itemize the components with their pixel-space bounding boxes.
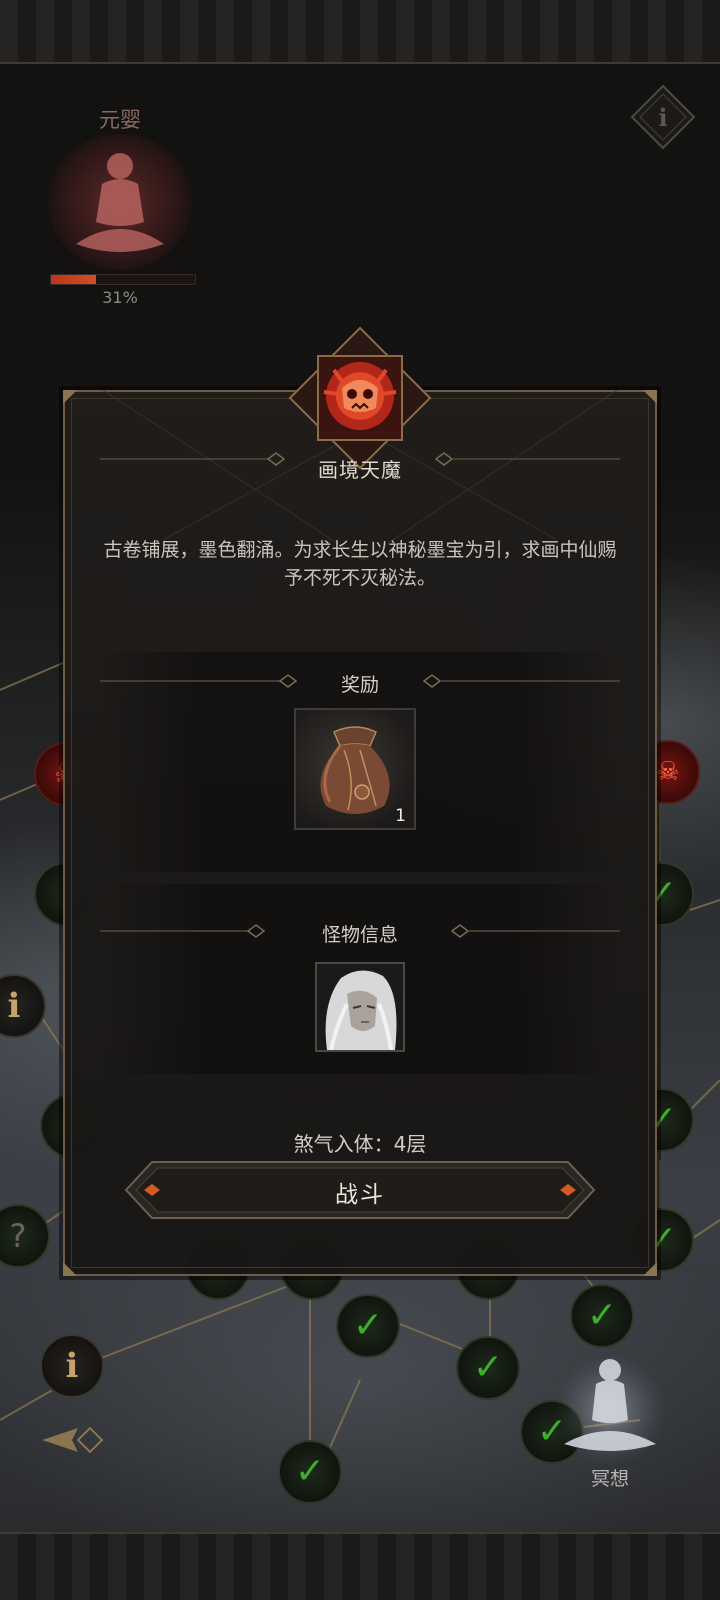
- meditating-figure-icon: [48, 134, 192, 270]
- monster-portrait[interactable]: [315, 962, 405, 1052]
- realm-progress-widget[interactable]: 元婴 31%: [44, 98, 196, 308]
- demon-skull-emblem-icon: [288, 326, 432, 470]
- bottom-frame-border: [0, 1532, 720, 1600]
- event-description: 古卷铺展，墨色翻涌。为求长生以神秘墨宝为引，求画中仙赐予不死不灭秘法。: [103, 539, 617, 589]
- fight-button-label: 战斗: [335, 1182, 385, 1208]
- info-icon: i: [65, 1346, 79, 1386]
- realm-progress-fill: [51, 275, 96, 284]
- realm-progress-bar: [50, 274, 196, 285]
- check-icon: ✓: [472, 1347, 504, 1388]
- monster-status-text: 煞气入体：4层: [293, 1132, 427, 1156]
- reward-label: 奖励: [340, 674, 379, 696]
- check-icon: ✓: [294, 1451, 326, 1492]
- fight-button[interactable]: 战斗: [122, 1158, 598, 1222]
- map-node-cleared[interactable]: ✓: [570, 1284, 634, 1348]
- question-icon: ?: [9, 1217, 27, 1255]
- map-node-info[interactable]: i: [40, 1334, 104, 1398]
- check-icon: ✓: [352, 1305, 384, 1346]
- back-arrow-button[interactable]: [38, 1420, 106, 1460]
- meditate-label: 冥想: [590, 1468, 629, 1490]
- realm-title: 元婴: [99, 108, 141, 132]
- realm-progress-text: 31%: [102, 288, 138, 307]
- info-diamond-button[interactable]: i: [630, 84, 696, 150]
- white-haired-demon-portrait-icon: [317, 964, 403, 1050]
- reward-item-slot[interactable]: 1: [294, 708, 416, 830]
- info-icon: i: [7, 986, 21, 1026]
- map-node-cleared[interactable]: ✓: [278, 1440, 342, 1504]
- reward-item-count: 1: [395, 806, 406, 826]
- event-title: 画境天魔: [318, 458, 402, 482]
- monster-info-label: 怪物信息: [321, 924, 398, 946]
- svg-text:i: i: [658, 103, 667, 132]
- demon-icon: ☠: [656, 757, 680, 787]
- meditate-button[interactable]: 冥想: [550, 1346, 670, 1496]
- map-node-cleared[interactable]: ✓: [456, 1336, 520, 1400]
- meditating-figure-icon: [554, 1354, 666, 1466]
- map-node-cleared[interactable]: ✓: [336, 1294, 400, 1358]
- check-icon: ✓: [586, 1295, 618, 1336]
